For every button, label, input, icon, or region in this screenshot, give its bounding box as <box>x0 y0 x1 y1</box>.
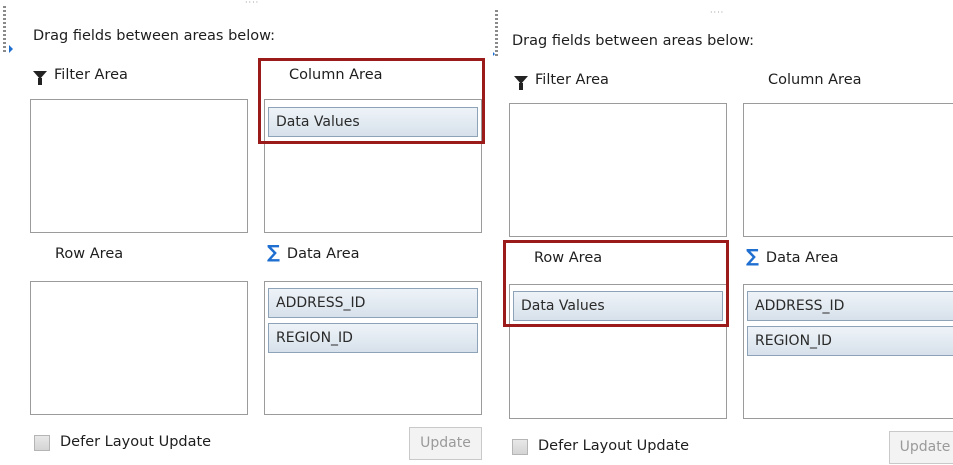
resize-grip-top[interactable]: ···· <box>710 9 724 17</box>
column-area-box[interactable]: Data Values <box>264 99 482 233</box>
row-area-box[interactable] <box>30 281 248 415</box>
update-button[interactable]: Update <box>889 431 953 464</box>
row-area-label: Row Area <box>55 246 124 262</box>
funnel-icon <box>33 71 47 85</box>
expand-arrow-icon[interactable] <box>9 45 13 53</box>
row-area-title: Row Area <box>33 246 123 262</box>
field-chip-region-id[interactable]: REGION_ID <box>268 323 478 353</box>
data-area-label: Data Area <box>286 246 360 262</box>
field-chip-address-id[interactable]: ADDRESS_ID <box>268 288 478 318</box>
field-list-panel-after: ···· Drag fields between areas below: Fi… <box>493 0 953 465</box>
column-area-label: Column Area <box>289 67 383 83</box>
column-area-title: Column Area <box>746 72 862 88</box>
drag-instructions: Drag fields between areas below: <box>33 28 276 44</box>
field-chip-address-id[interactable]: ADDRESS_ID <box>747 291 953 321</box>
field-list-panel-before: ···· Drag fields between areas below: Fi… <box>0 0 489 465</box>
filter-area-box[interactable] <box>509 103 727 237</box>
data-area-label: Data Area <box>765 250 839 266</box>
column-area-title: Column Area <box>267 67 383 83</box>
field-chip-data-values[interactable]: Data Values <box>513 291 723 321</box>
column-area-box[interactable] <box>743 103 953 237</box>
filter-area-title: Filter Area <box>33 67 128 85</box>
expand-arrow-icon[interactable] <box>493 50 495 58</box>
row-area-box[interactable]: Data Values <box>509 284 727 419</box>
filter-area-title: Filter Area <box>514 72 609 90</box>
filter-area-label: Filter Area <box>54 67 128 83</box>
data-area-box[interactable]: ADDRESS_ID REGION_ID <box>264 281 482 415</box>
defer-layout-label: Defer Layout Update <box>538 438 690 454</box>
field-chip-region-id[interactable]: REGION_ID <box>747 326 953 356</box>
resize-grip-top[interactable]: ···· <box>245 0 259 7</box>
defer-layout-checkbox[interactable] <box>512 439 528 455</box>
resize-grip[interactable] <box>3 6 6 52</box>
row-grid-icon <box>33 248 48 260</box>
sigma-icon: ∑ <box>746 246 759 267</box>
sigma-icon: ∑ <box>267 242 280 263</box>
row-grid-icon <box>512 252 527 264</box>
column-area-label: Column Area <box>768 72 862 88</box>
data-area-title: ∑ Data Area <box>746 246 839 267</box>
row-area-title: Row Area <box>512 250 602 266</box>
column-grid-icon <box>746 74 761 86</box>
update-button[interactable]: Update <box>409 427 482 460</box>
data-area-box[interactable]: ADDRESS_ID REGION_ID <box>743 284 953 419</box>
defer-layout-label: Defer Layout Update <box>60 434 212 450</box>
column-grid-icon <box>267 69 282 81</box>
filter-area-box[interactable] <box>30 99 248 233</box>
field-chip-data-values[interactable]: Data Values <box>268 107 478 137</box>
defer-layout-checkbox[interactable] <box>34 435 50 451</box>
drag-instructions: Drag fields between areas below: <box>512 33 755 49</box>
funnel-icon <box>514 76 528 90</box>
filter-area-label: Filter Area <box>535 72 609 88</box>
data-area-title: ∑ Data Area <box>267 242 360 263</box>
resize-grip[interactable] <box>495 10 498 56</box>
row-area-label: Row Area <box>534 250 603 266</box>
